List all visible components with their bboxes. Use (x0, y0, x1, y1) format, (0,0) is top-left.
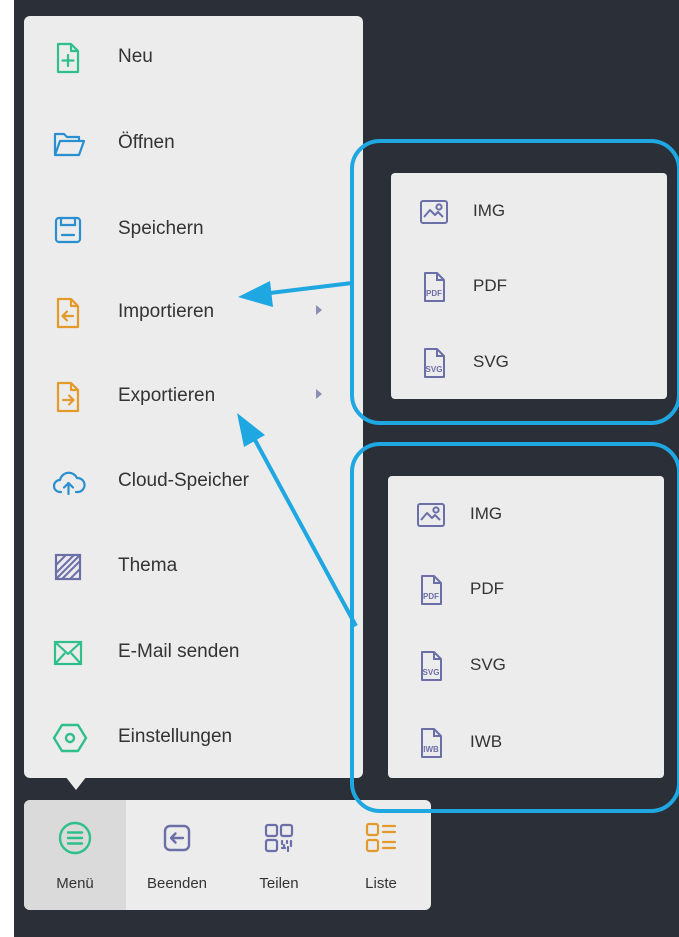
export-arrowhead (237, 413, 265, 447)
import-arrowhead (238, 281, 273, 307)
annotation-arrows (237, 281, 358, 627)
export-arrow-line (253, 439, 358, 627)
import-arrow-line (269, 281, 353, 295)
